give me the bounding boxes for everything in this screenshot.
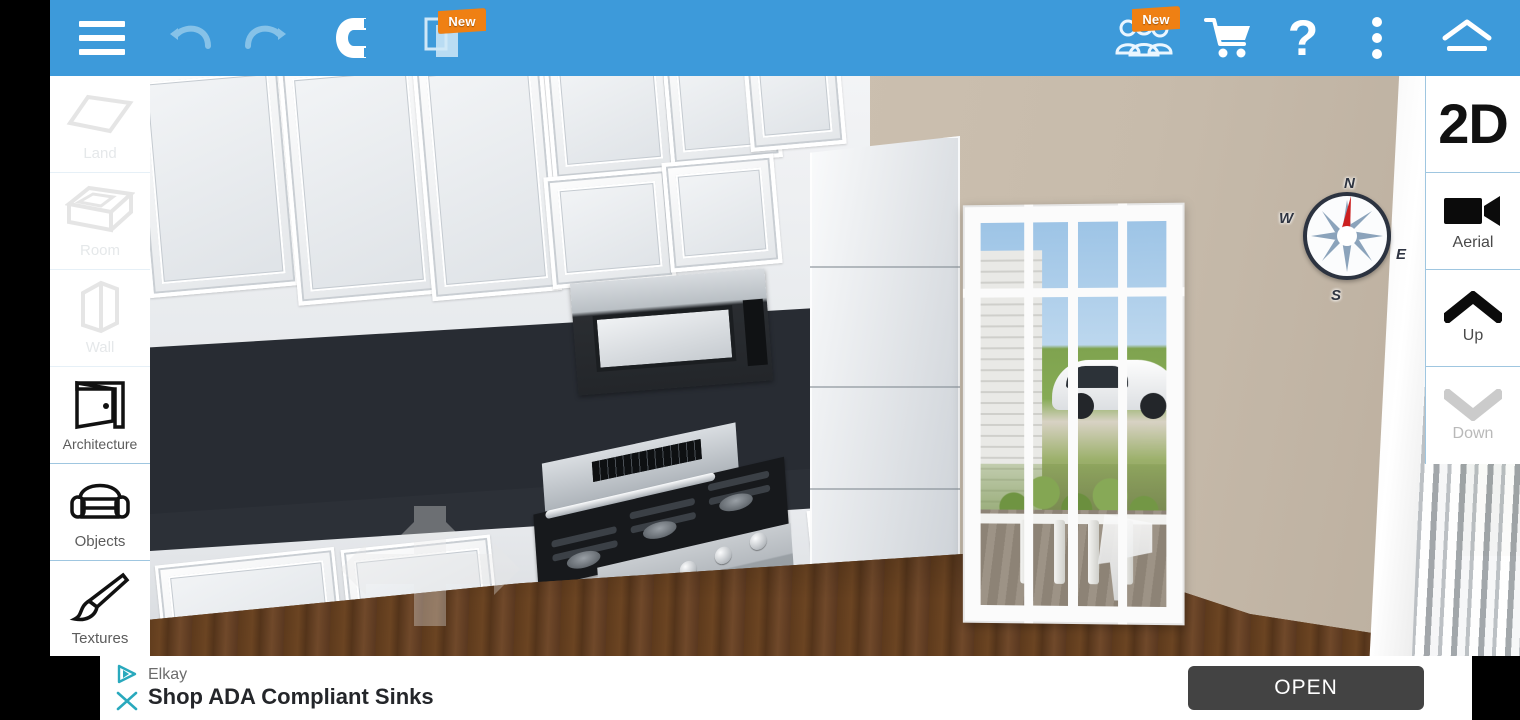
dots-vertical-icon <box>1372 17 1382 59</box>
compass-south-label: S <box>1331 287 1342 304</box>
sidebar-item-objects[interactable]: Objects <box>50 464 150 561</box>
pan-right-head[interactable] <box>494 543 520 595</box>
compass-east-label: E <box>1396 246 1407 263</box>
left-letterbox <box>0 0 50 656</box>
pan-down-arrow[interactable] <box>414 572 446 626</box>
top-toolbar: New New ? <box>50 0 1520 76</box>
chevron-up-bar-icon <box>1442 19 1492 51</box>
close-icon[interactable] <box>115 690 139 712</box>
camera-up-button[interactable]: Up <box>1426 270 1520 367</box>
compass-west-label: W <box>1279 210 1294 227</box>
door-mullion <box>1118 203 1128 625</box>
view-controls-panel: 2D Aerial Up Down <box>1425 76 1520 464</box>
view-mode-2d-button[interactable]: 2D <box>1426 76 1520 173</box>
land-icon <box>64 82 136 144</box>
compass-rose-icon <box>1311 196 1383 272</box>
sidebar-item-label: Land <box>83 145 117 162</box>
door-icon <box>69 373 131 435</box>
sidebar-item-room[interactable]: Room <box>50 173 150 270</box>
pan-left-head[interactable] <box>340 543 366 595</box>
camera-aerial-label: Aerial <box>1452 234 1494 251</box>
sidebar-item-architecture[interactable]: Architecture <box>50 367 150 464</box>
tool-sidebar: Land Room Wall Architecture Objects Text… <box>50 76 150 656</box>
camera-down-button[interactable]: Down <box>1426 367 1520 464</box>
camera-down-label: Down <box>1452 424 1494 442</box>
snap-magnet-button[interactable] <box>302 0 400 76</box>
chevron-up-icon <box>1444 291 1502 323</box>
pan-control[interactable] <box>340 506 520 626</box>
pan-up-head[interactable] <box>400 506 460 536</box>
ad-open-button[interactable]: OPEN <box>1188 666 1424 710</box>
question-mark-icon: ? <box>1287 10 1319 66</box>
redo-button[interactable] <box>228 0 302 76</box>
view-mode-label: 2D <box>1438 92 1509 155</box>
sidebar-item-label: Objects <box>74 533 126 550</box>
collapse-toolbar-button[interactable] <box>1414 0 1520 76</box>
adchoices-icon[interactable] <box>116 664 138 684</box>
hamburger-icon <box>79 21 125 55</box>
cart-button[interactable] <box>1192 0 1266 76</box>
help-button[interactable]: ? <box>1266 0 1340 76</box>
app-root: New New ? N E S W Land Room Wall Archite… <box>0 0 1520 720</box>
shopping-cart-icon <box>1204 18 1250 58</box>
more-options-button[interactable] <box>1340 0 1414 76</box>
redo-icon <box>245 25 286 49</box>
design-viewport-3d[interactable]: N E S W <box>150 76 1520 656</box>
sidebar-item-wall[interactable]: Wall <box>50 270 150 367</box>
video-camera-icon <box>1444 196 1500 226</box>
sidebar-item-land[interactable]: Land <box>50 76 150 173</box>
new-badge: New <box>1132 6 1180 32</box>
compass-widget[interactable]: N E S W <box>1279 175 1406 304</box>
ad-banner[interactable]: Elkay Shop ADA Compliant Sinks OPEN <box>100 656 1472 720</box>
menu-button[interactable] <box>50 0 154 76</box>
ad-copy: Elkay Shop ADA Compliant Sinks <box>146 666 1188 711</box>
door-mullion <box>1024 204 1034 624</box>
sidebar-item-label: Textures <box>71 630 129 647</box>
ad-right-gap <box>1472 656 1520 720</box>
compass-north-label: N <box>1344 175 1355 192</box>
sidebar-item-label: Room <box>79 242 120 259</box>
door-split <box>1068 213 1078 615</box>
french-doors <box>962 202 1185 626</box>
ad-headline: Shop ADA Compliant Sinks <box>148 684 434 709</box>
sidebar-item-label: Wall <box>85 339 115 356</box>
paintbrush-icon <box>69 567 131 629</box>
community-button[interactable]: New <box>1096 0 1192 76</box>
new-badge: New <box>438 8 486 34</box>
sidebar-item-label: Architecture <box>62 436 138 452</box>
chevron-down-icon <box>1444 388 1502 421</box>
armchair-icon <box>68 470 132 532</box>
undo-icon <box>170 25 211 49</box>
ad-left-gap <box>0 656 100 720</box>
room-icon <box>65 179 135 241</box>
magnet-icon <box>336 18 373 58</box>
wall-icon <box>71 276 129 338</box>
duplicate-button[interactable]: New <box>400 0 496 76</box>
camera-aerial-button[interactable]: Aerial <box>1426 173 1520 270</box>
undo-button[interactable] <box>154 0 228 76</box>
ad-advertiser: Elkay <box>148 665 188 683</box>
ad-icon-column <box>100 656 146 720</box>
sidebar-item-textures[interactable]: Textures <box>50 561 150 656</box>
camera-up-label: Up <box>1462 327 1484 344</box>
